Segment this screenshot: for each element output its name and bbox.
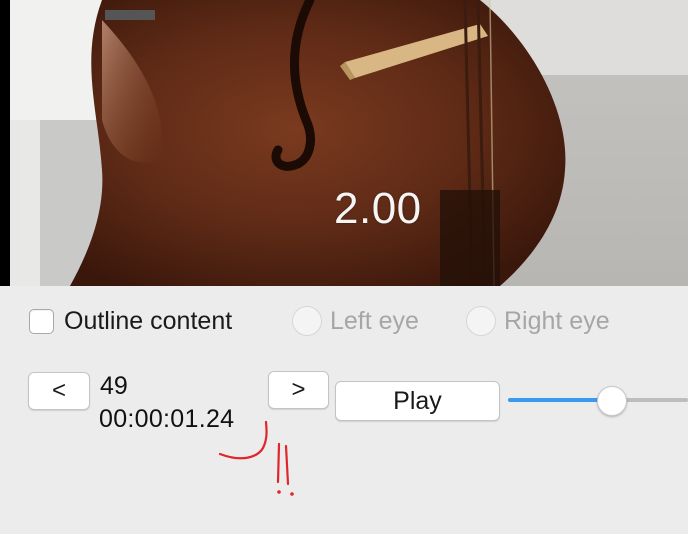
video-preview: 2.00 <box>0 0 688 286</box>
outline-content-label[interactable]: Outline content <box>64 307 232 336</box>
outline-content-option[interactable]: Outline content <box>29 305 232 337</box>
frame-number: 49 <box>100 372 128 400</box>
right-eye-label[interactable]: Right eye <box>504 307 610 336</box>
video-letterbox <box>0 0 10 286</box>
slider-thumb[interactable] <box>597 386 628 416</box>
previous-frame-button[interactable]: < <box>28 372 90 410</box>
left-eye-label[interactable]: Left eye <box>330 307 419 336</box>
right-eye-radio[interactable] <box>466 306 496 336</box>
left-eye-option[interactable]: Left eye <box>292 305 419 337</box>
playback-slider[interactable] <box>508 386 688 416</box>
red-annotation-mark <box>218 420 294 496</box>
video-frame-image <box>10 0 688 286</box>
frame-overlay-label: 2.00 <box>334 184 422 233</box>
right-eye-option[interactable]: Right eye <box>466 305 610 337</box>
next-frame-button[interactable]: > <box>268 371 329 409</box>
play-button[interactable]: Play <box>335 381 500 421</box>
left-eye-radio[interactable] <box>292 306 322 336</box>
app-window: 2.00 Outline content Left eye Right eye … <box>0 0 688 534</box>
outline-content-checkbox[interactable] <box>29 308 54 334</box>
